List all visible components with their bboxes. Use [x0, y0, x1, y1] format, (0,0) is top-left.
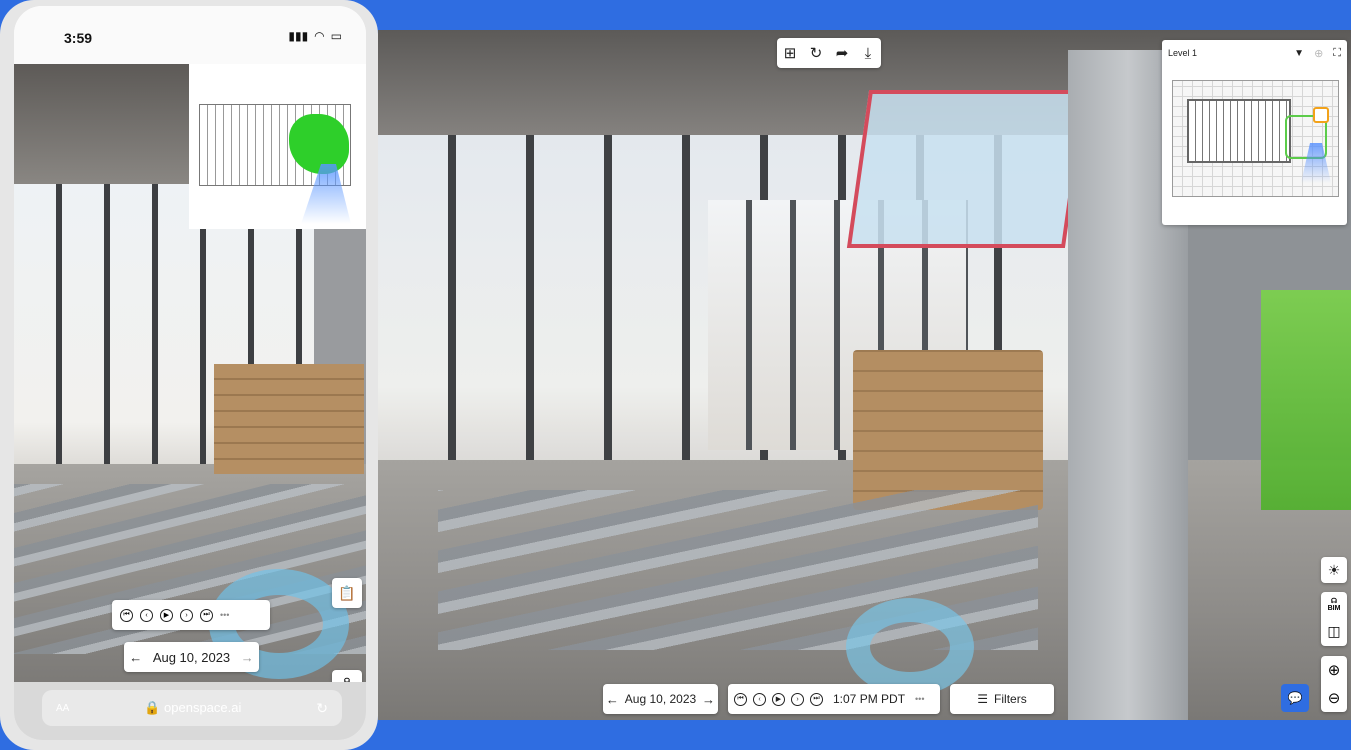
more-options-button[interactable]: ••• [915, 694, 924, 704]
chat-button[interactable]: 💬 [1281, 684, 1309, 712]
add-note-icon[interactable]: ⊞ [780, 46, 800, 61]
browser-address-bar: AA 🔒 openspace.ai ↻ [14, 682, 366, 740]
skip-end-icon[interactable]: ⏭ [200, 608, 213, 622]
scene-green-wall [1261, 290, 1351, 510]
viewer-toolbar: ⊞ ↻ ➦ ⤓ [777, 38, 881, 68]
chat-icon: 💬 [1287, 691, 1303, 705]
skip-end-icon[interactable]: ⏭ [810, 692, 823, 706]
play-icon[interactable]: ▶ [160, 608, 173, 622]
filters-button[interactable]: ☰ Filters [950, 684, 1054, 714]
zoom-in-icon[interactable]: ⊕ [1328, 661, 1341, 679]
url-text: 🔒 openspace.ai [144, 700, 242, 715]
prev-icon[interactable]: ‹ [140, 608, 153, 622]
phone-playback-controls: ⏮ ‹ ▶ › ⏭ ••• [112, 600, 270, 630]
phone-date-nav: ← Aug 10, 2023 → [124, 642, 259, 672]
download-icon[interactable]: ⤓ [858, 46, 878, 61]
text-size-button[interactable]: AA [56, 703, 69, 714]
capture-icon[interactable]: ↻ [806, 46, 826, 61]
next-date-button[interactable]: → [702, 692, 715, 707]
next-icon[interactable]: › [791, 692, 804, 706]
minimap-header: Level 1 ▼ ⊕ ⛶ [1162, 40, 1347, 66]
phone-minimap[interactable] [189, 64, 366, 229]
zoom-out-icon[interactable]: ⊖ [1328, 689, 1341, 707]
minimap: Level 1 ▼ ⊕ ⛶ [1162, 40, 1347, 225]
expand-icon[interactable]: ⛶ [1333, 47, 1341, 60]
phone-screen: 3:59 ▮▮▮ ◠ ▭ ⏮ ‹ ▶ › ⏭ ••• ← Aug 10, 202… [14, 6, 366, 740]
next-date-button[interactable]: → [241, 650, 254, 665]
play-icon[interactable]: ▶ [772, 692, 785, 706]
scene-pallet [853, 350, 1043, 510]
status-time: 3:59 [64, 30, 93, 46]
nav-ring[interactable] [846, 598, 974, 696]
bim-toggle-button[interactable]: ☊BIM [1328, 598, 1341, 612]
filters-label: Filters [994, 692, 1027, 706]
split-view-icon[interactable]: ◫ [1327, 623, 1340, 640]
zoom-controls: ⊕ ⊖ [1321, 656, 1347, 712]
share-icon[interactable]: ➦ [832, 46, 852, 61]
status-icons: ▮▮▮ ◠ ▭ [288, 29, 342, 43]
url-field[interactable]: AA 🔒 openspace.ai ↻ [42, 690, 342, 726]
minimap-floorplan[interactable] [1172, 80, 1339, 197]
desktop-360-view[interactable]: ⊞ ↻ ➦ ⤓ Level 1 ▼ ⊕ ⛶ ☀ ☊ BIM ◫ ⊕ ⊖ 💬 ← A… [378, 30, 1351, 720]
prev-date-button[interactable]: ← [129, 650, 142, 665]
scene-pallet [214, 364, 364, 474]
brightness-button[interactable]: ☀ [1321, 557, 1347, 583]
level-selector[interactable]: Level 1 [1168, 48, 1294, 58]
bim-controls: ☊ BIM ◫ [1321, 592, 1347, 646]
skip-start-icon[interactable]: ⏮ [120, 608, 133, 622]
locate-icon[interactable]: ⊕ [1314, 47, 1323, 60]
clipboard-button[interactable]: 📋 [332, 578, 362, 608]
floorplan-core [1187, 99, 1291, 163]
reload-icon[interactable]: ↻ [316, 700, 328, 717]
skip-start-icon[interactable]: ⏮ [734, 692, 747, 706]
capture-time: 1:07 PM PDT [833, 692, 906, 706]
signal-icon: ▮▮▮ [288, 29, 309, 43]
minimap-pin-icon[interactable] [1313, 107, 1329, 123]
playback-controls: ⏮ ‹ ▶ › ⏭ 1:07 PM PDT ••• [728, 684, 940, 714]
battery-icon: ▭ [330, 29, 342, 43]
date-nav: ← Aug 10, 2023 → [603, 684, 718, 714]
clipboard-icon: 📋 [338, 584, 356, 601]
sun-icon: ☀ [1327, 561, 1341, 578]
capture-date[interactable]: Aug 10, 2023 [625, 692, 696, 706]
phone-360-view[interactable]: ⏮ ‹ ▶ › ⏭ ••• ← Aug 10, 2023 → 📋 ☊BIM ◫ [14, 64, 366, 684]
wifi-icon: ◠ [314, 29, 325, 43]
chevron-down-icon[interactable]: ▼ [1294, 48, 1304, 59]
prev-icon[interactable]: ‹ [753, 692, 766, 706]
prev-date-button[interactable]: ← [606, 692, 619, 707]
capture-date[interactable]: Aug 10, 2023 [153, 650, 230, 665]
phone-status-bar: 3:59 ▮▮▮ ◠ ▭ [14, 6, 366, 64]
scene-tarp [846, 90, 1088, 248]
filters-icon: ☰ [977, 692, 989, 706]
next-icon[interactable]: › [180, 608, 193, 622]
more-options-button[interactable]: ••• [220, 610, 229, 620]
phone-mockup: 3:59 ▮▮▮ ◠ ▭ ⏮ ‹ ▶ › ⏭ ••• ← Aug 10, 202… [0, 0, 378, 750]
